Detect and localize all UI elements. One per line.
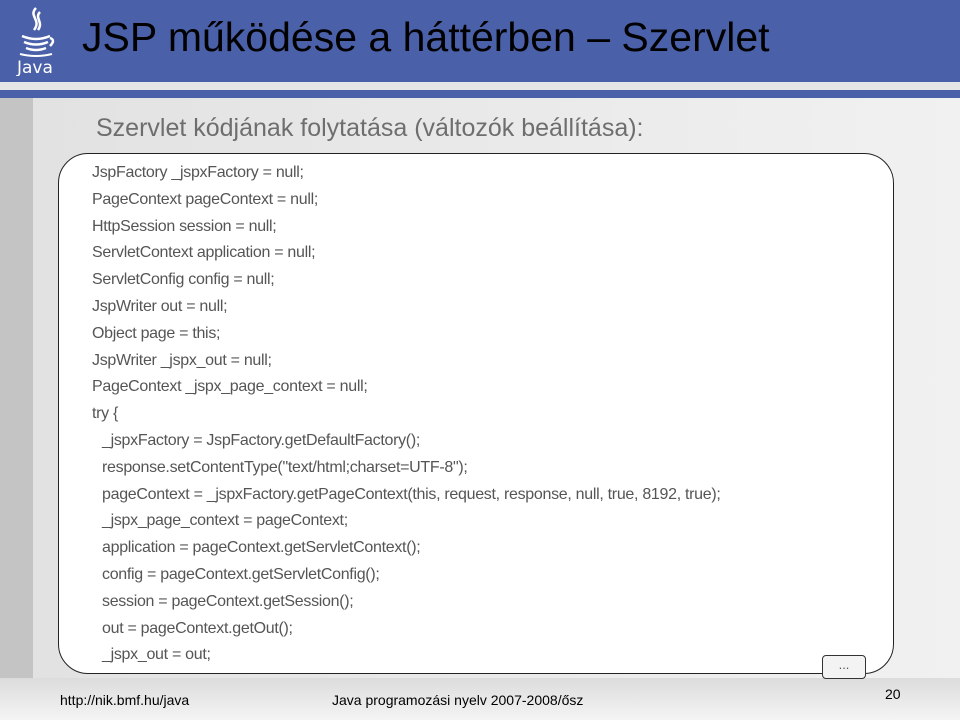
code-line: _jspxFactory = JspFactory.getDefaultFact… xyxy=(102,431,421,449)
code-line: PageContext pageContext = null; xyxy=(92,190,318,208)
code-line: try { xyxy=(92,405,119,423)
code-line: JspWriter _jspx_out = null; xyxy=(92,351,272,369)
code-line: JspWriter out = null; xyxy=(92,297,228,315)
code-line: config = pageContext.getServletConfig(); xyxy=(102,565,380,583)
page-number: 20 xyxy=(885,686,901,702)
more-button[interactable]: ... xyxy=(822,655,866,679)
footer-url: http://nik.bmf.hu/java xyxy=(60,692,190,708)
code-line: pageContext = _jspxFactory.getPageContex… xyxy=(102,485,721,503)
code-line: _jspx_out = out; xyxy=(102,646,211,664)
code-listing: JspFactory _jspxFactory = null; PageConte… xyxy=(92,163,721,672)
code-line: Object page = this; xyxy=(92,324,221,342)
divider xyxy=(0,90,960,98)
code-line: session = pageContext.getSession(); xyxy=(102,592,354,610)
code-line: ServletContext application = null; xyxy=(92,244,316,262)
code-line: ServletConfig config = null; xyxy=(92,271,275,289)
code-line: response.setContentType("text/html;chars… xyxy=(102,458,468,476)
code-line: out = pageContext.getOut(); xyxy=(102,619,293,637)
footer-course: Java programozási nyelv 2007-2008/ősz xyxy=(332,692,584,708)
java-logo-icon: Java xyxy=(14,4,58,78)
code-line: JspFactory _jspxFactory = null; xyxy=(92,164,304,181)
slide-subtitle: Szervlet kódjának folytatása (változók b… xyxy=(96,114,644,142)
code-line: HttpSession session = null; xyxy=(92,217,277,235)
code-line: _jspx_page_context = pageContext; xyxy=(102,512,348,530)
divider xyxy=(0,82,960,90)
page-title: JSP működése a háttérben – Szervlet xyxy=(82,14,770,60)
left-band xyxy=(0,98,33,678)
code-line: PageContext _jspx_page_context = null; xyxy=(92,378,368,396)
code-line: application = pageContext.getServletCont… xyxy=(102,539,421,557)
svg-text:Java: Java xyxy=(16,58,53,76)
